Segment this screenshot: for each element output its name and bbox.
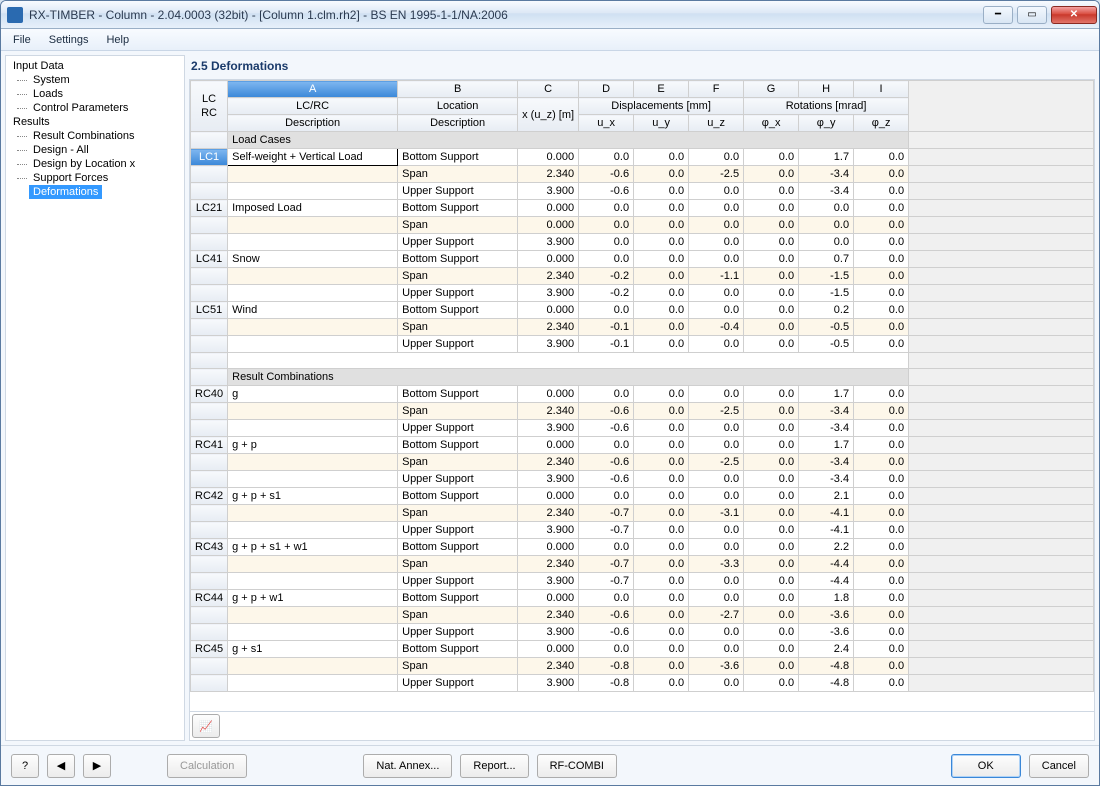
table-row[interactable]: RC41g + pBottom Support0.0000.00.00.00.0… bbox=[191, 437, 1094, 454]
report-button[interactable]: Report... bbox=[460, 754, 528, 778]
tree-node-deformations[interactable]: Deformations bbox=[29, 185, 102, 199]
table-row[interactable]: Span2.340-0.20.0-1.10.0-1.50.0 bbox=[191, 268, 1094, 285]
table-row[interactable]: Upper Support3.900-0.20.00.00.0-1.50.0 bbox=[191, 285, 1094, 302]
titlebar: RX-TIMBER - Column - 2.04.0003 (32bit) -… bbox=[1, 1, 1099, 29]
table-row[interactable]: RC45g + s1Bottom Support0.0000.00.00.00.… bbox=[191, 641, 1094, 658]
table-row[interactable]: LC41SnowBottom Support0.0000.00.00.00.00… bbox=[191, 251, 1094, 268]
cancel-button[interactable]: Cancel bbox=[1029, 754, 1089, 778]
calculation-button[interactable]: Calculation bbox=[167, 754, 247, 778]
nav-tree[interactable]: Input Data System Loads Control Paramete… bbox=[5, 55, 185, 741]
menu-settings[interactable]: Settings bbox=[41, 32, 97, 48]
maximize-button[interactable] bbox=[1017, 6, 1047, 24]
app-icon bbox=[7, 7, 23, 23]
table-row[interactable]: Upper Support3.900-0.60.00.00.0-3.40.0 bbox=[191, 183, 1094, 200]
menu-file[interactable]: File bbox=[5, 32, 39, 48]
table-row[interactable]: Span2.340-0.70.0-3.10.0-4.10.0 bbox=[191, 505, 1094, 522]
footbar: ? ◀ ▶ Calculation Nat. Annex... Report..… bbox=[1, 745, 1099, 785]
table-row[interactable]: Upper Support3.9000.00.00.00.00.00.0 bbox=[191, 234, 1094, 251]
graph-button[interactable]: 📈 bbox=[192, 714, 220, 738]
help-button[interactable]: ? bbox=[11, 754, 39, 778]
tree-node-support-forces[interactable]: Support Forces bbox=[9, 171, 181, 185]
table-row[interactable]: Span2.340-0.70.0-3.30.0-4.40.0 bbox=[191, 556, 1094, 573]
rf-combi-button[interactable]: RF-COMBI bbox=[537, 754, 617, 778]
table-row[interactable]: Upper Support3.900-0.60.00.00.0-3.60.0 bbox=[191, 624, 1094, 641]
table-row[interactable]: Span2.340-0.60.0-2.50.0-3.40.0 bbox=[191, 166, 1094, 183]
window-title: RX-TIMBER - Column - 2.04.0003 (32bit) -… bbox=[29, 8, 981, 22]
table-row[interactable]: Upper Support3.900-0.60.00.00.0-3.40.0 bbox=[191, 420, 1094, 437]
nat-annex-button[interactable]: Nat. Annex... bbox=[363, 754, 452, 778]
prev-button[interactable]: ◀ bbox=[47, 754, 75, 778]
table-row[interactable]: LC21Imposed LoadBottom Support0.0000.00.… bbox=[191, 200, 1094, 217]
table-row[interactable]: Span2.340-0.60.0-2.50.0-3.40.0 bbox=[191, 403, 1094, 420]
tree-node-results[interactable]: Results bbox=[9, 115, 181, 129]
table-row[interactable]: Upper Support3.900-0.10.00.00.0-0.50.0 bbox=[191, 336, 1094, 353]
table-row[interactable]: Upper Support3.900-0.70.00.00.0-4.10.0 bbox=[191, 522, 1094, 539]
table-row[interactable]: RC40gBottom Support0.0000.00.00.00.01.70… bbox=[191, 386, 1094, 403]
table-row[interactable]: Upper Support3.900-0.70.00.00.0-4.40.0 bbox=[191, 573, 1094, 590]
next-button[interactable]: ▶ bbox=[83, 754, 111, 778]
menubar: File Settings Help bbox=[1, 29, 1099, 51]
menu-help[interactable]: Help bbox=[98, 32, 137, 48]
minimize-button[interactable] bbox=[983, 6, 1013, 24]
tree-node-input-data[interactable]: Input Data bbox=[9, 59, 181, 73]
results-grid[interactable]: LCRCABCDEFGHILC/RCLocationx (u_z) [m]Dis… bbox=[189, 79, 1095, 741]
table-row[interactable]: Span2.340-0.80.0-3.60.0-4.80.0 bbox=[191, 658, 1094, 675]
tree-node-design-all[interactable]: Design - All bbox=[9, 143, 181, 157]
table-row[interactable]: RC44g + p + w1Bottom Support0.0000.00.00… bbox=[191, 590, 1094, 607]
table-row[interactable]: Upper Support3.900-0.80.00.00.0-4.80.0 bbox=[191, 675, 1094, 692]
tree-node-design-by-location-x[interactable]: Design by Location x bbox=[9, 157, 181, 171]
panel-title: 2.5 Deformations bbox=[189, 55, 1095, 79]
table-row[interactable]: RC42g + p + s1Bottom Support0.0000.00.00… bbox=[191, 488, 1094, 505]
tree-node-result-combinations[interactable]: Result Combinations bbox=[9, 129, 181, 143]
table-row[interactable]: Upper Support3.900-0.60.00.00.0-3.40.0 bbox=[191, 471, 1094, 488]
close-button[interactable] bbox=[1051, 6, 1097, 24]
table-row[interactable]: LC51WindBottom Support0.0000.00.00.00.00… bbox=[191, 302, 1094, 319]
table-row[interactable]: Span0.0000.00.00.00.00.00.0 bbox=[191, 217, 1094, 234]
table-row[interactable]: RC43g + p + s1 + w1Bottom Support0.0000.… bbox=[191, 539, 1094, 556]
table-row[interactable]: Span2.340-0.60.0-2.50.0-3.40.0 bbox=[191, 454, 1094, 471]
ok-button[interactable]: OK bbox=[951, 754, 1021, 778]
tree-node-control-parameters[interactable]: Control Parameters bbox=[9, 101, 181, 115]
tree-node-system[interactable]: System bbox=[9, 73, 181, 87]
table-row[interactable]: LC1Self-weight + Vertical LoadBottom Sup… bbox=[191, 149, 1094, 166]
table-row[interactable]: Span2.340-0.10.0-0.40.0-0.50.0 bbox=[191, 319, 1094, 336]
table-row[interactable]: Span2.340-0.60.0-2.70.0-3.60.0 bbox=[191, 607, 1094, 624]
app-window: RX-TIMBER - Column - 2.04.0003 (32bit) -… bbox=[0, 0, 1100, 786]
tree-node-loads[interactable]: Loads bbox=[9, 87, 181, 101]
